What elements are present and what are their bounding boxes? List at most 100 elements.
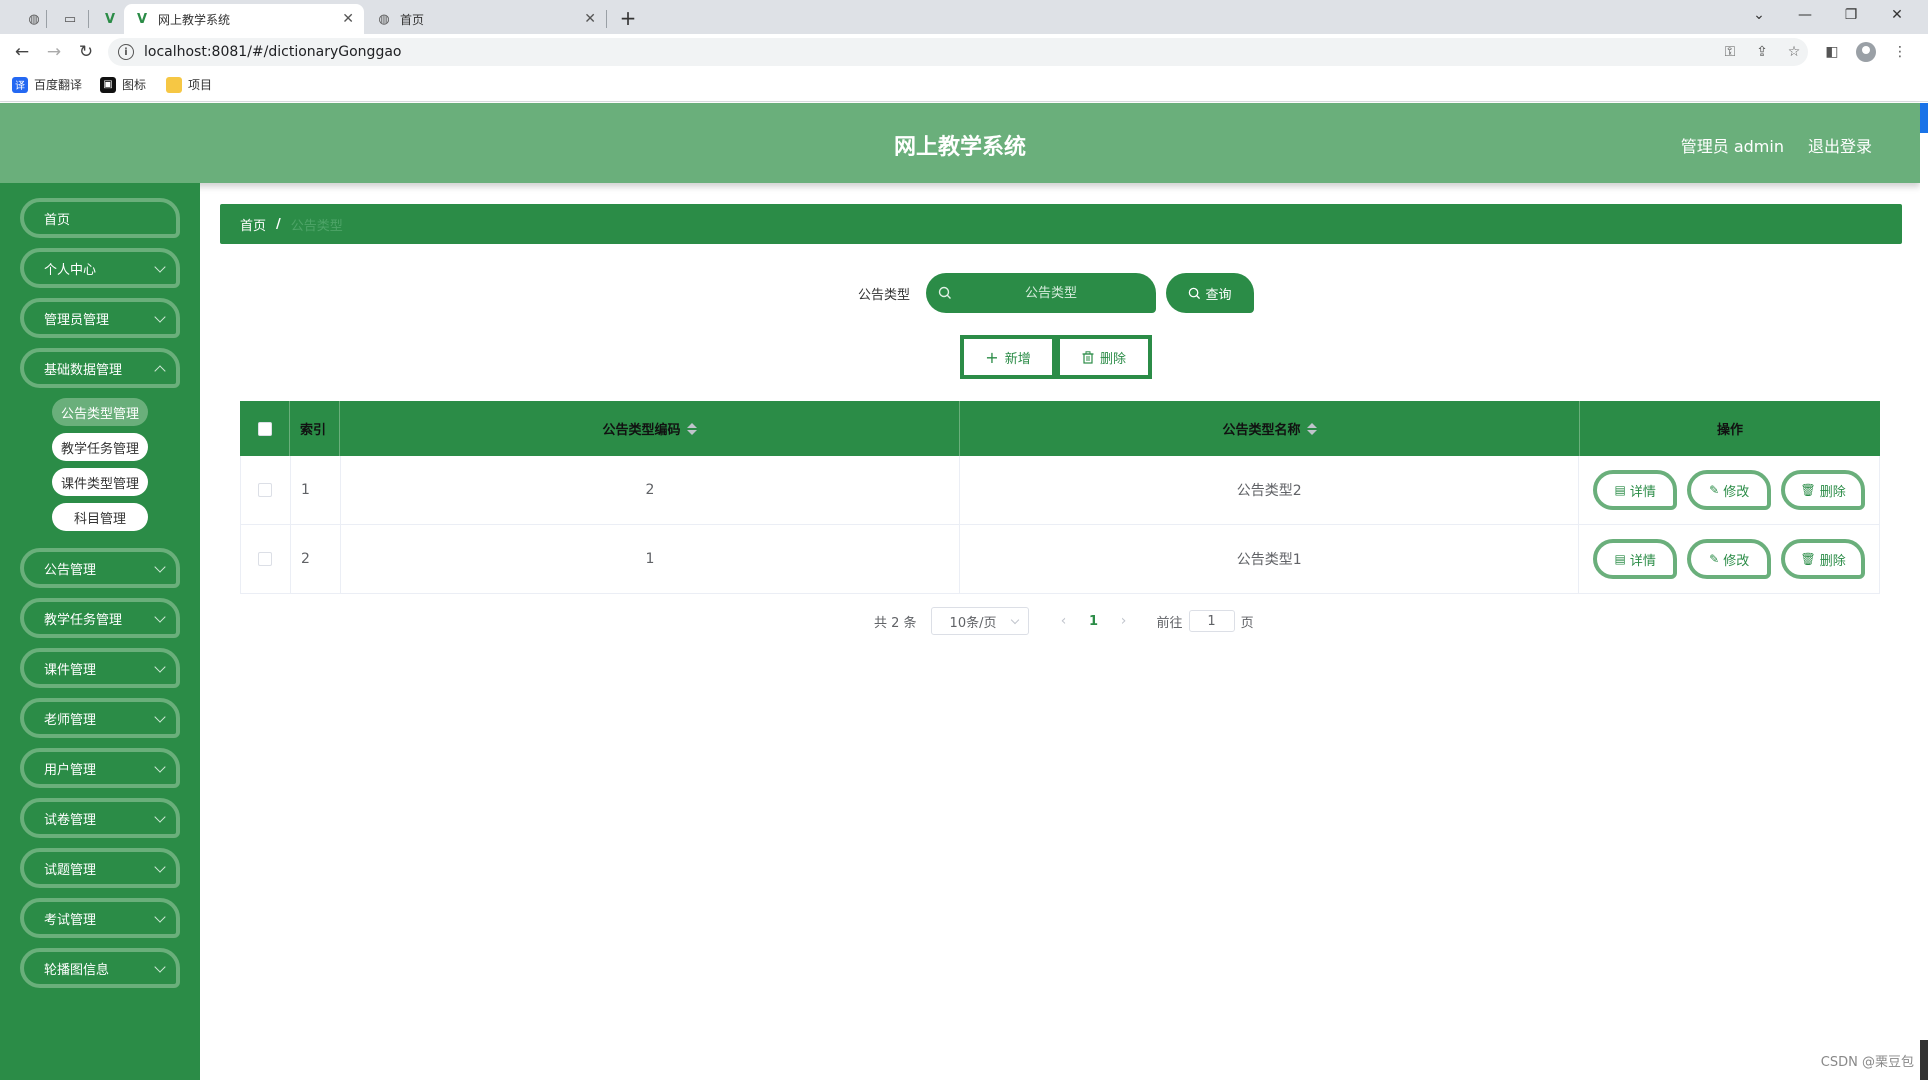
select-all-checkbox[interactable] (257, 421, 272, 436)
chevron-down-icon (154, 661, 166, 673)
pinned-tab-2[interactable]: ▭ (52, 4, 96, 34)
sidebar-item-home[interactable]: 首页 (20, 198, 180, 238)
edit-icon: ✎ (1709, 552, 1720, 566)
share-icon[interactable]: ⇪ (1748, 38, 1776, 66)
translate-icon: 译 (12, 76, 28, 93)
chevron-down-icon (154, 811, 166, 823)
goto-page-input[interactable] (1188, 610, 1235, 632)
sidebar-item-carousel[interactable]: 轮播图信息 (20, 948, 180, 988)
data-table: 索引 公告类型编码 公告类型名称 操作 1 2 公告类型2 ▤ 详情 ✎ 修改 … (240, 401, 1880, 594)
sidebar-item-question[interactable]: 试题管理 (20, 848, 180, 888)
close-icon[interactable]: ✕ (584, 11, 596, 27)
reload-icon[interactable]: ↻ (72, 38, 100, 66)
page-size-select[interactable]: 10条/页 (930, 607, 1029, 635)
edit-icon: ✎ (1709, 483, 1720, 497)
row-checkbox[interactable] (258, 552, 273, 566)
chevron-down-icon (154, 365, 166, 377)
scrollbar[interactable] (1920, 103, 1928, 1080)
url-field[interactable]: i localhost:8081/#/dictionaryGonggao (108, 38, 1808, 66)
avatar (1856, 42, 1876, 62)
search-box (926, 273, 1156, 313)
sidebar-item-teacher[interactable]: 老师管理 (20, 698, 180, 738)
forward-icon[interactable]: → (40, 38, 68, 66)
vue-logo-icon: V (136, 11, 148, 27)
column-header-name[interactable]: 公告类型名称 (960, 401, 1580, 456)
row-checkbox[interactable] (258, 483, 273, 497)
close-icon[interactable]: ✕ (342, 11, 354, 27)
tab-search-icon[interactable]: ⌄ (1736, 0, 1782, 30)
bookmark-item[interactable]: ▣ 图标 (100, 76, 146, 93)
logout-link[interactable]: 退出登录 (1808, 133, 1872, 157)
app-header: 网上教学系统 管理员 admin 退出登录 (0, 103, 1920, 183)
next-page-icon[interactable]: › (1109, 613, 1139, 629)
search-icon (938, 286, 951, 299)
query-button[interactable]: 查询 (1166, 273, 1254, 313)
batch-delete-button[interactable]: 删除 (1056, 335, 1152, 379)
sidebar-sub-subject[interactable]: 科目管理 (52, 503, 148, 531)
sidebar-sub-teaching-task[interactable]: 教学任务管理 (52, 433, 148, 461)
prev-page-icon[interactable]: ‹ (1049, 613, 1079, 629)
sidebar-item-exam-paper[interactable]: 试卷管理 (20, 798, 180, 838)
bookmark-item[interactable]: 项目 (166, 76, 212, 93)
sort-icon[interactable] (1306, 422, 1317, 435)
tab-active[interactable]: V 网上教学系统 ✕ (124, 4, 364, 34)
breadcrumb-home[interactable]: 首页 (240, 215, 266, 234)
chevron-down-icon (154, 961, 166, 973)
sidebar-item-user[interactable]: 用户管理 (20, 748, 180, 788)
sidebar-sub-notice-type[interactable]: 公告类型管理 (52, 398, 148, 426)
profile-icon[interactable] (1852, 38, 1880, 66)
sidebar-item-teaching-task[interactable]: 教学任务管理 (20, 598, 180, 638)
folder-icon (166, 76, 182, 93)
column-header-code[interactable]: 公告类型编码 (340, 401, 960, 456)
sidebar-sub-courseware-type[interactable]: 课件类型管理 (52, 468, 148, 496)
table-header: 索引 公告类型编码 公告类型名称 操作 (240, 401, 1880, 456)
sidebar-item-basic-data[interactable]: 基础数据管理 (20, 348, 180, 388)
pagination-total: 共 2 条 (874, 615, 917, 631)
sidebar-item-courseware[interactable]: 课件管理 (20, 648, 180, 688)
tab-title: 网上教学系统 (158, 12, 231, 27)
sidebar-item-notice[interactable]: 公告管理 (20, 548, 180, 588)
browser-tabbar: ◍ ▭ V V 网上教学系统 ✕ ◍ 首页 ✕ + ⌄ — ❐ ✕ (0, 0, 1928, 34)
minimize-button[interactable]: — (1782, 0, 1828, 30)
bookmark-star-icon[interactable]: ☆ (1780, 38, 1808, 66)
document-icon: ▤ (1614, 483, 1626, 497)
app-title: 网上教学系统 (893, 135, 1026, 160)
delete-button[interactable]: 🗑 删除 (1781, 470, 1866, 510)
site-info-icon[interactable]: i (118, 44, 134, 60)
add-button[interactable]: + 新增 (960, 335, 1056, 379)
search-input[interactable] (956, 273, 1146, 313)
detail-button[interactable]: ▤ 详情 (1593, 470, 1678, 510)
search-icon (1189, 287, 1201, 299)
menu-icon[interactable]: ⋮ (1886, 38, 1914, 66)
watermark: CSDN @栗豆包 (1820, 1055, 1914, 1070)
sidebar-item-admin[interactable]: 管理员管理 (20, 298, 180, 338)
edit-button[interactable]: ✎ 修改 (1687, 539, 1772, 579)
chevron-down-icon (154, 861, 166, 873)
page-number[interactable]: 1 (1079, 614, 1109, 629)
chevron-down-icon (154, 261, 166, 273)
sort-icon[interactable] (686, 422, 697, 435)
chevron-down-icon (154, 561, 166, 573)
url-text: localhost:8081/#/dictionaryGonggao (144, 44, 402, 60)
back-icon[interactable]: ← (8, 38, 36, 66)
close-window-button[interactable]: ✕ (1874, 0, 1920, 30)
row-index: 2 (291, 525, 341, 593)
blank-page-icon: ▭ (63, 11, 77, 27)
new-tab-button[interactable]: + (614, 4, 642, 32)
detail-button[interactable]: ▤ 详情 (1593, 539, 1678, 579)
sidebar-item-profile[interactable]: 个人中心 (20, 248, 180, 288)
row-name: 公告类型2 (960, 456, 1580, 524)
edit-button[interactable]: ✎ 修改 (1687, 470, 1772, 510)
side-panel-icon[interactable]: ◧ (1818, 38, 1846, 66)
restore-button[interactable]: ❐ (1828, 0, 1874, 30)
table-row: 2 1 公告类型1 ▤ 详情 ✎ 修改 🗑 删除 (240, 525, 1880, 594)
search-label: 公告类型 (858, 288, 911, 303)
vue-logo-icon: V (104, 11, 116, 27)
delete-button[interactable]: 🗑 删除 (1781, 539, 1866, 579)
tab-home[interactable]: ◍ 首页 ✕ (366, 4, 606, 34)
column-header-actions: 操作 (1716, 423, 1743, 438)
key-icon[interactable]: ⚿ (1716, 38, 1744, 66)
sidebar-item-exam[interactable]: 考试管理 (20, 898, 180, 938)
bookmark-item[interactable]: 译 百度翻译 (12, 76, 82, 93)
pagination: 共 2 条 10条/页 ‹ 1 › 前往 页 (874, 607, 1254, 635)
